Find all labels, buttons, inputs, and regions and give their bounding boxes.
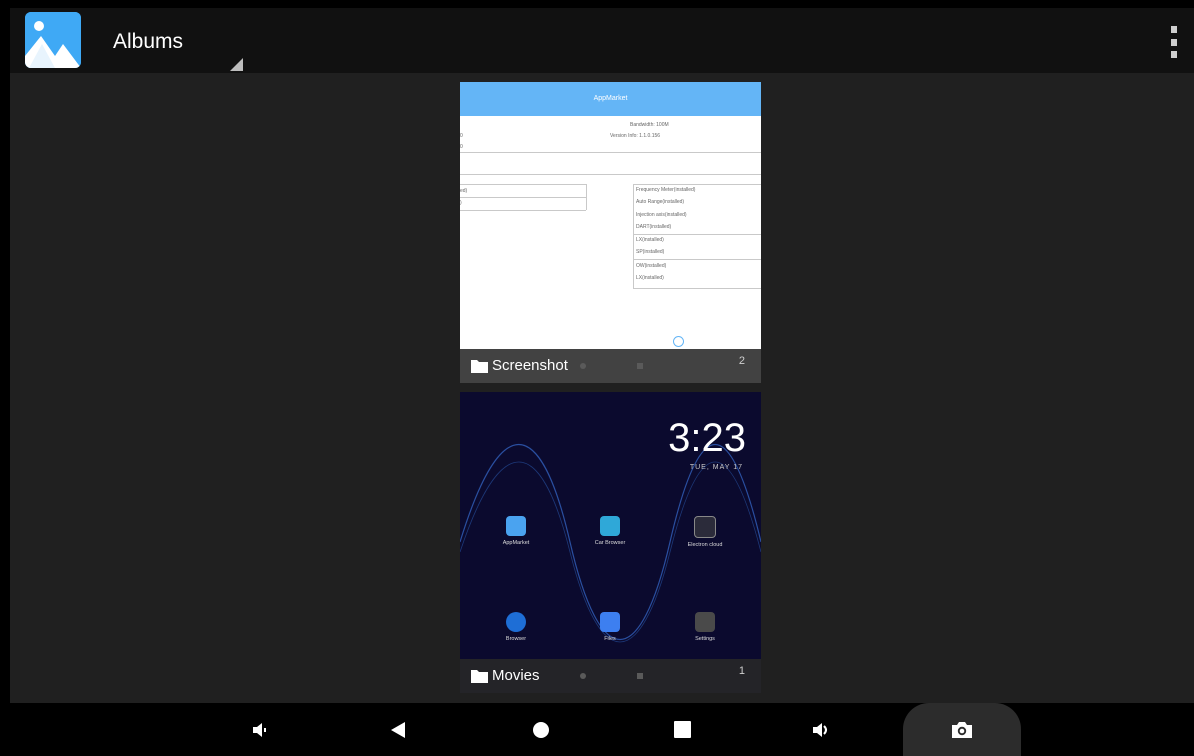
action-bar: Albums xyxy=(10,8,1194,73)
album-count: 1 xyxy=(738,665,745,677)
volume-up-icon[interactable] xyxy=(800,703,844,756)
album-label-bar: Movies 1 xyxy=(460,659,761,693)
thumbnail-text: 0 xyxy=(460,133,463,139)
album-count: 2 xyxy=(738,355,745,367)
clock-time: 3:23 xyxy=(668,416,746,460)
camera-icon xyxy=(952,721,972,738)
clock-date: TUE, MAY 17 xyxy=(689,464,743,471)
more-vert-icon[interactable] xyxy=(1164,26,1184,58)
volume-down-icon[interactable] xyxy=(238,703,282,756)
thumbnail-text: 0 xyxy=(460,144,463,150)
album-tile-movies[interactable]: 3:23 TUE, MAY 17 AppMarket Car Browser E… xyxy=(460,392,761,693)
thumbnail-text: ) xyxy=(460,200,462,206)
thumbnail-text: Version Info: 1.1.0.156 xyxy=(610,133,661,139)
folder-icon xyxy=(471,360,488,373)
folder-icon xyxy=(471,670,488,683)
navigation-bar xyxy=(10,703,1194,756)
recents-icon[interactable] xyxy=(660,703,704,756)
album-name: Movies xyxy=(492,667,540,684)
app-icon-car-browser: Car Browser xyxy=(575,516,645,546)
app-icon-electron-cloud: Electron cloud xyxy=(670,516,740,548)
album-name: Screenshot xyxy=(492,357,568,374)
back-icon[interactable] xyxy=(376,703,420,756)
app-icon-settings: Settings xyxy=(670,612,740,642)
album-grid: AppMarket Bandwidth: 100M Version Info: … xyxy=(10,73,1194,703)
info-icon xyxy=(673,336,684,347)
spinner-dropdown-indicator[interactable] xyxy=(230,58,243,71)
gallery-icon[interactable] xyxy=(25,12,81,68)
thumbnail-text: Bandwidth: 100M xyxy=(630,122,669,128)
thumbnail-app-header: AppMarket xyxy=(460,82,761,116)
thumbnail-text: ed) xyxy=(460,188,468,194)
app-icon-appmarket: AppMarket xyxy=(481,516,551,546)
album-tile-screenshot[interactable]: AppMarket Bandwidth: 100M Version Info: … xyxy=(460,82,761,383)
home-icon[interactable] xyxy=(519,703,563,756)
page-title[interactable]: Albums xyxy=(113,30,183,54)
app-icon-browser: Browser xyxy=(481,612,551,642)
album-label-bar: Screenshot 2 xyxy=(460,349,761,383)
app-icon-files: Files xyxy=(575,612,645,642)
screenshot-button[interactable] xyxy=(903,703,1021,756)
